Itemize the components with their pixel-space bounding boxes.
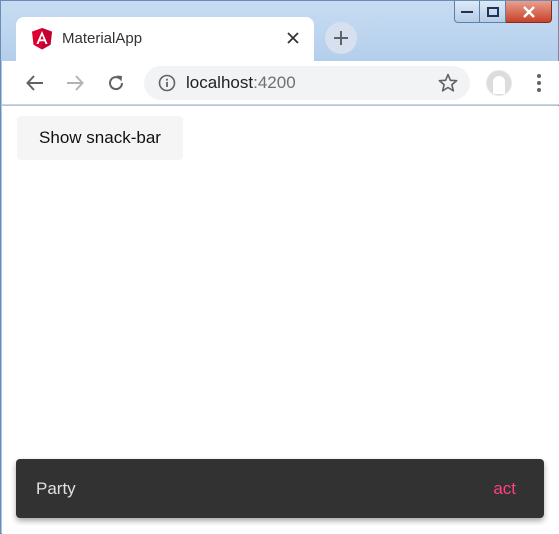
url-text: localhost:4200 bbox=[186, 73, 296, 93]
reload-button[interactable] bbox=[103, 70, 129, 96]
reload-icon bbox=[109, 75, 124, 91]
window-close-button[interactable] bbox=[506, 1, 552, 23]
arrow-right-icon bbox=[67, 75, 84, 91]
minimize-icon bbox=[461, 10, 473, 13]
maximize-button[interactable] bbox=[480, 1, 506, 23]
url-host: localhost bbox=[186, 73, 254, 92]
arrow-left-icon bbox=[26, 75, 43, 91]
menu-dot bbox=[537, 81, 541, 85]
snackbar: Party act bbox=[16, 459, 544, 518]
back-button[interactable] bbox=[22, 70, 48, 96]
close-icon bbox=[522, 5, 535, 18]
info-icon bbox=[158, 74, 176, 92]
title-bar: MaterialApp bbox=[1, 1, 558, 61]
forward-button[interactable] bbox=[62, 70, 88, 96]
plus-icon bbox=[334, 31, 348, 45]
profile-avatar[interactable] bbox=[486, 70, 512, 96]
snackbar-action-button[interactable]: act bbox=[493, 479, 516, 499]
tab-title: MaterialApp bbox=[62, 30, 143, 47]
angular-logo-icon bbox=[32, 28, 52, 50]
menu-dot bbox=[537, 88, 541, 92]
url-port: :4200 bbox=[253, 73, 296, 92]
avatar-icon bbox=[487, 71, 511, 95]
address-bar[interactable]: localhost:4200 bbox=[144, 66, 470, 100]
snackbar-message: Party bbox=[36, 479, 76, 498]
close-icon bbox=[287, 32, 299, 44]
show-snackbar-button[interactable]: Show snack-bar bbox=[17, 116, 183, 160]
menu-dot bbox=[537, 74, 541, 78]
browser-window: MaterialApp localhost:4200 Show snack-ba… bbox=[0, 0, 559, 534]
browser-toolbar: localhost:4200 bbox=[2, 61, 559, 105]
new-tab-button[interactable] bbox=[325, 22, 357, 54]
browser-menu-button[interactable] bbox=[528, 70, 550, 96]
minimize-button[interactable] bbox=[454, 1, 480, 23]
star-icon[interactable] bbox=[438, 73, 458, 93]
window-controls bbox=[454, 1, 552, 25]
browser-tab[interactable]: MaterialApp bbox=[16, 17, 314, 61]
tab-close-button[interactable] bbox=[284, 29, 302, 47]
maximize-icon bbox=[486, 6, 499, 17]
